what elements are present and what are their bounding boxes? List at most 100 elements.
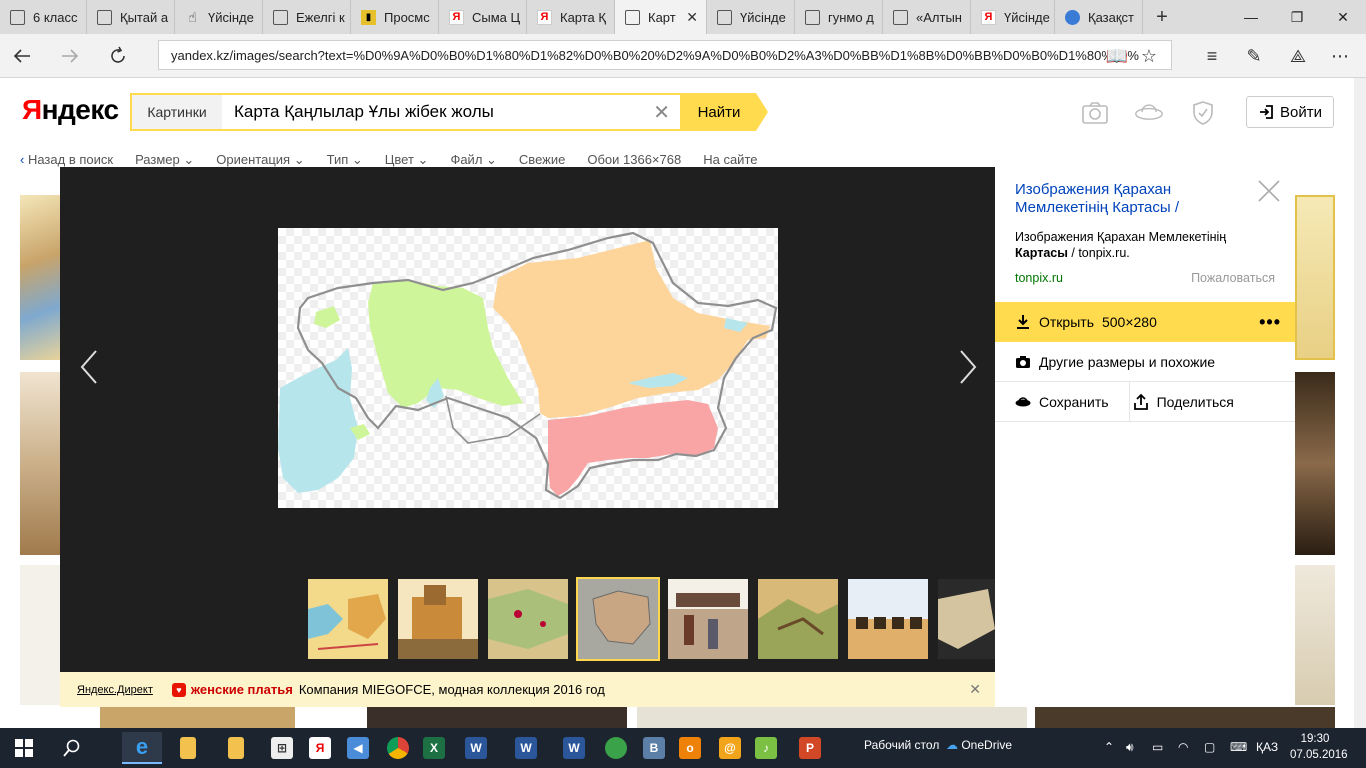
thumbnail[interactable] bbox=[938, 579, 995, 659]
next-image-button[interactable] bbox=[953, 347, 983, 387]
taskbar-audio[interactable]: ◀ bbox=[338, 732, 378, 764]
back-button[interactable] bbox=[6, 40, 38, 72]
url-input[interactable]: yandex.kz/images/search?text=%D0%9A%D0%B… bbox=[158, 40, 1172, 70]
login-button[interactable]: Войти bbox=[1246, 96, 1334, 128]
hub-menu-icon[interactable]: ≡ bbox=[1198, 43, 1226, 69]
taskbar-ok[interactable]: о bbox=[670, 732, 710, 764]
complain-link[interactable]: Пожаловаться bbox=[1191, 271, 1275, 285]
search-service-label[interactable]: Картинки bbox=[132, 95, 222, 129]
page-scrollbar[interactable] bbox=[1354, 78, 1366, 728]
search-input[interactable]: Карта Қаңлылар Ұлы жібек жолы bbox=[234, 95, 494, 129]
clock[interactable]: 19:30 07.05.2016 bbox=[1290, 731, 1348, 763]
desktop-toolbar-label[interactable]: Рабочий стол bbox=[864, 738, 939, 752]
more-menu-icon[interactable]: ⋯ bbox=[1326, 43, 1354, 69]
thumbnail[interactable] bbox=[758, 579, 838, 659]
search-button[interactable] bbox=[52, 732, 92, 764]
browser-tab[interactable]: 6 класс bbox=[0, 0, 87, 34]
background-thumbnail[interactable] bbox=[1035, 707, 1335, 728]
collections-icon[interactable] bbox=[1134, 98, 1164, 128]
onedrive-toolbar[interactable]: ☁ OneDrive bbox=[946, 738, 1012, 752]
taskbar-edge[interactable]: e bbox=[122, 732, 162, 764]
wifi-icon[interactable]: ◠ bbox=[1178, 740, 1188, 754]
similar-images-button[interactable]: Другие размеры и похожие bbox=[995, 342, 1295, 382]
web-note-icon[interactable]: ✎ bbox=[1240, 43, 1268, 69]
share-upload-icon[interactable] bbox=[1133, 393, 1149, 410]
camera-icon[interactable] bbox=[1080, 98, 1110, 128]
browser-tab[interactable]: Ежелгі к bbox=[263, 0, 351, 34]
browser-tab[interactable]: Я Үйсінде bbox=[971, 0, 1055, 34]
share-icon[interactable]: ⟁ bbox=[1284, 43, 1312, 69]
background-thumbnail[interactable] bbox=[20, 195, 60, 360]
find-button[interactable]: Найти bbox=[682, 93, 756, 131]
taskbar-explorer[interactable] bbox=[216, 732, 256, 764]
yandex-direct-link[interactable]: Яндекс.Директ bbox=[77, 684, 153, 696]
background-thumbnail[interactable] bbox=[20, 372, 60, 555]
shield-check-icon[interactable] bbox=[1188, 98, 1218, 128]
taskbar-excel[interactable]: X bbox=[414, 732, 454, 764]
browser-tab[interactable]: гунмо д bbox=[795, 0, 883, 34]
browser-tab-active[interactable]: Карт ✕ bbox=[615, 0, 707, 34]
new-tab-button[interactable]: + bbox=[1150, 0, 1174, 34]
volume-icon[interactable]: 🔊︎ bbox=[1126, 740, 1134, 755]
taskbar-yandex[interactable]: Я bbox=[300, 732, 340, 764]
thumbnail[interactable] bbox=[668, 579, 748, 659]
background-thumbnail[interactable] bbox=[1295, 372, 1335, 555]
window-close-button[interactable]: ✕ bbox=[1320, 0, 1366, 34]
tray-expand-icon[interactable]: ⌃ bbox=[1104, 740, 1114, 754]
yandex-logo[interactable]: Яндекс bbox=[22, 94, 119, 126]
share-button[interactable]: Поделиться bbox=[1157, 394, 1234, 410]
save-button[interactable]: Сохранить bbox=[1039, 394, 1109, 410]
clear-search-icon[interactable]: ✕ bbox=[653, 100, 670, 125]
taskbar-mail[interactable]: @ bbox=[710, 732, 750, 764]
taskbar-word[interactable]: W bbox=[506, 732, 546, 764]
thumbnail[interactable] bbox=[848, 579, 928, 659]
minimize-button[interactable]: — bbox=[1228, 0, 1274, 34]
main-map-image[interactable] bbox=[278, 228, 778, 508]
taskbar-word[interactable]: W bbox=[554, 732, 594, 764]
thumbnail[interactable] bbox=[398, 579, 478, 659]
taskbar-store[interactable]: ⊞ bbox=[262, 732, 302, 764]
thumbnail-selected[interactable] bbox=[576, 577, 660, 661]
image-title-link[interactable]: Изображения Қарахан Мемлекетінің Картасы… bbox=[1015, 181, 1255, 217]
battery-icon[interactable]: ▭ bbox=[1152, 740, 1163, 754]
browser-tab[interactable]: Қазақст bbox=[1055, 0, 1143, 34]
background-thumbnail[interactable] bbox=[1295, 565, 1335, 705]
taskbar-word[interactable]: W bbox=[456, 732, 496, 764]
browser-tab[interactable]: Я Карта Қ bbox=[527, 0, 615, 34]
restore-button[interactable]: ❐ bbox=[1274, 0, 1320, 34]
background-thumbnail[interactable] bbox=[367, 707, 627, 728]
browser-tab[interactable]: Я Сыма Ц bbox=[439, 0, 527, 34]
taskbar-chrome[interactable] bbox=[378, 732, 418, 764]
close-viewer-icon[interactable] bbox=[1257, 179, 1281, 203]
thumbnail[interactable] bbox=[308, 579, 388, 659]
refresh-button[interactable] bbox=[102, 40, 134, 72]
keyboard-icon[interactable]: ⌨ bbox=[1230, 740, 1247, 754]
taskbar-music[interactable]: ♪ bbox=[746, 732, 786, 764]
ad-title-link[interactable]: женские платья bbox=[191, 682, 293, 697]
background-thumbnail[interactable] bbox=[20, 565, 60, 705]
favorite-star-icon[interactable]: ☆ bbox=[1135, 43, 1163, 69]
background-thumbnail[interactable] bbox=[100, 707, 295, 728]
source-site-link[interactable]: tonpix.ru bbox=[1015, 271, 1063, 285]
ad-close-icon[interactable]: ✕ bbox=[969, 681, 981, 698]
taskbar-powerpoint[interactable]: P bbox=[790, 732, 830, 764]
more-options-icon[interactable]: ••• bbox=[1259, 312, 1281, 333]
close-tab-icon[interactable]: ✕ bbox=[686, 9, 698, 26]
taskbar-globe[interactable] bbox=[596, 732, 636, 764]
browser-tab[interactable]: ▮ Просмс bbox=[351, 0, 439, 34]
background-thumbnail[interactable] bbox=[1295, 195, 1335, 360]
save-collection-icon[interactable] bbox=[1015, 394, 1031, 410]
browser-tab[interactable]: Қытай а bbox=[87, 0, 175, 34]
language-indicator[interactable]: ҚАЗ bbox=[1256, 740, 1278, 754]
taskbar-vk[interactable]: В bbox=[634, 732, 674, 764]
start-button[interactable] bbox=[4, 732, 44, 764]
browser-tab[interactable]: Үйсінде bbox=[707, 0, 795, 34]
reading-view-icon[interactable]: 📖 bbox=[1103, 43, 1131, 69]
previous-image-button[interactable] bbox=[74, 347, 104, 387]
browser-tab[interactable]: ☝ Үйсінде bbox=[175, 0, 263, 34]
thumbnail[interactable] bbox=[488, 579, 568, 659]
message-icon[interactable]: ▢ bbox=[1204, 740, 1215, 754]
open-image-button[interactable]: Открыть 500×280 ••• bbox=[995, 302, 1295, 342]
forward-button[interactable] bbox=[54, 40, 86, 72]
browser-tab[interactable]: «Алтын bbox=[883, 0, 971, 34]
